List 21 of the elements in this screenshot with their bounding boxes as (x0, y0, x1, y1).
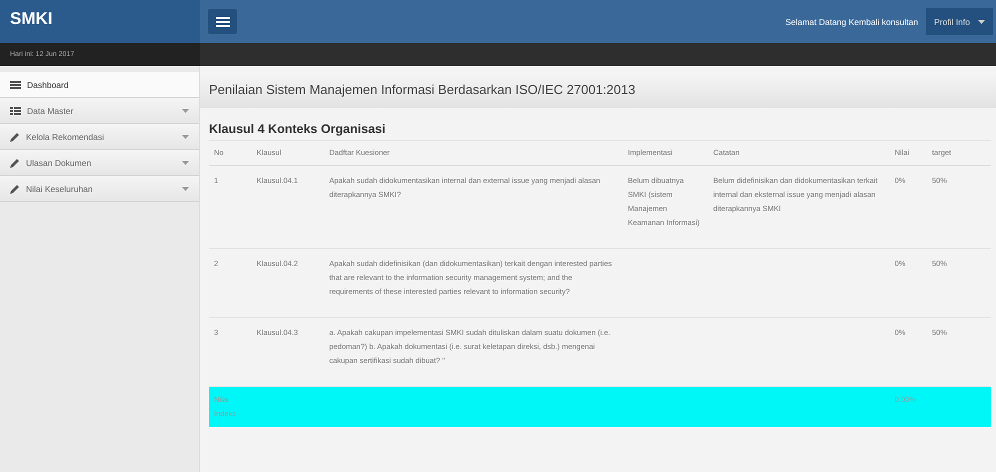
grid-icon (10, 106, 21, 114)
menu-icon (216, 16, 230, 28)
sidebar-item[interactable]: Kelola Rekomendasi (0, 124, 199, 150)
sidebar-item[interactable]: Data Master (0, 98, 199, 124)
sidebar-item[interactable]: Ulasan Dokumen (0, 150, 199, 176)
caret-icon (182, 160, 189, 164)
pencil-icon (10, 184, 20, 194)
sidebar-item[interactable]: Dashboard (0, 72, 199, 98)
caret-icon (182, 186, 189, 190)
caret-icon (182, 108, 189, 112)
section-title: Klausul 4 Konteks Organisasi (209, 122, 991, 141)
caret-icon (978, 20, 985, 24)
list-icon (10, 80, 21, 88)
brand-logo[interactable]: SMKI (0, 0, 200, 43)
profile-menu-button[interactable]: Profil Info (926, 8, 993, 35)
caret-icon (182, 134, 189, 138)
sidebar-item[interactable]: Nilai Keseluruhan (0, 176, 199, 202)
pencil-icon (10, 158, 20, 168)
pencil-icon (10, 132, 20, 142)
menu-button[interactable] (208, 9, 237, 34)
welcome-text: Selamat Datang Kembali konsultan (785, 16, 918, 26)
